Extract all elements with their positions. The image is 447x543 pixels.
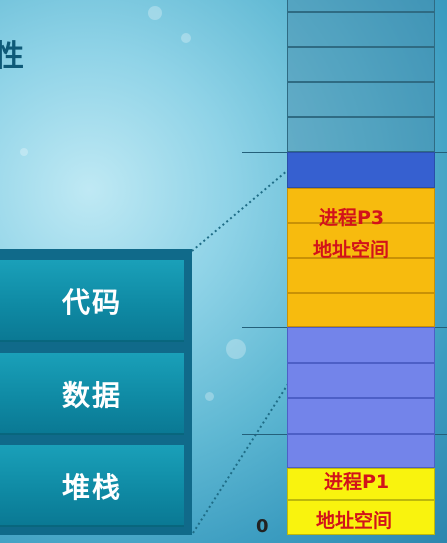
memory-block-free <box>287 0 435 12</box>
memory-block-p1-stack <box>287 363 435 398</box>
p3-label-line1: 进程P3 <box>319 207 385 229</box>
memory-block-p3 <box>287 258 435 293</box>
memory-block-p1-stack <box>287 398 435 434</box>
p1-label-line2: 地址空间 <box>316 510 393 532</box>
memory-block-p1 <box>287 434 435 468</box>
p1-label-line1: 进程P1 <box>324 471 390 493</box>
address-zero-label: 0 <box>256 516 269 537</box>
memory-block-free <box>287 12 435 47</box>
memory-block-free <box>287 117 435 152</box>
p3-label-line2: 地址空间 <box>313 239 390 261</box>
memory-block-free <box>287 47 435 82</box>
memory-block-free <box>287 82 435 117</box>
memory-block-p3 <box>287 293 435 327</box>
memory-column: 进程P3 地址空间 进程P1 地址空间 <box>287 0 435 535</box>
memory-block-p3-header <box>287 152 435 188</box>
memory-block-p1-stack <box>287 327 435 363</box>
